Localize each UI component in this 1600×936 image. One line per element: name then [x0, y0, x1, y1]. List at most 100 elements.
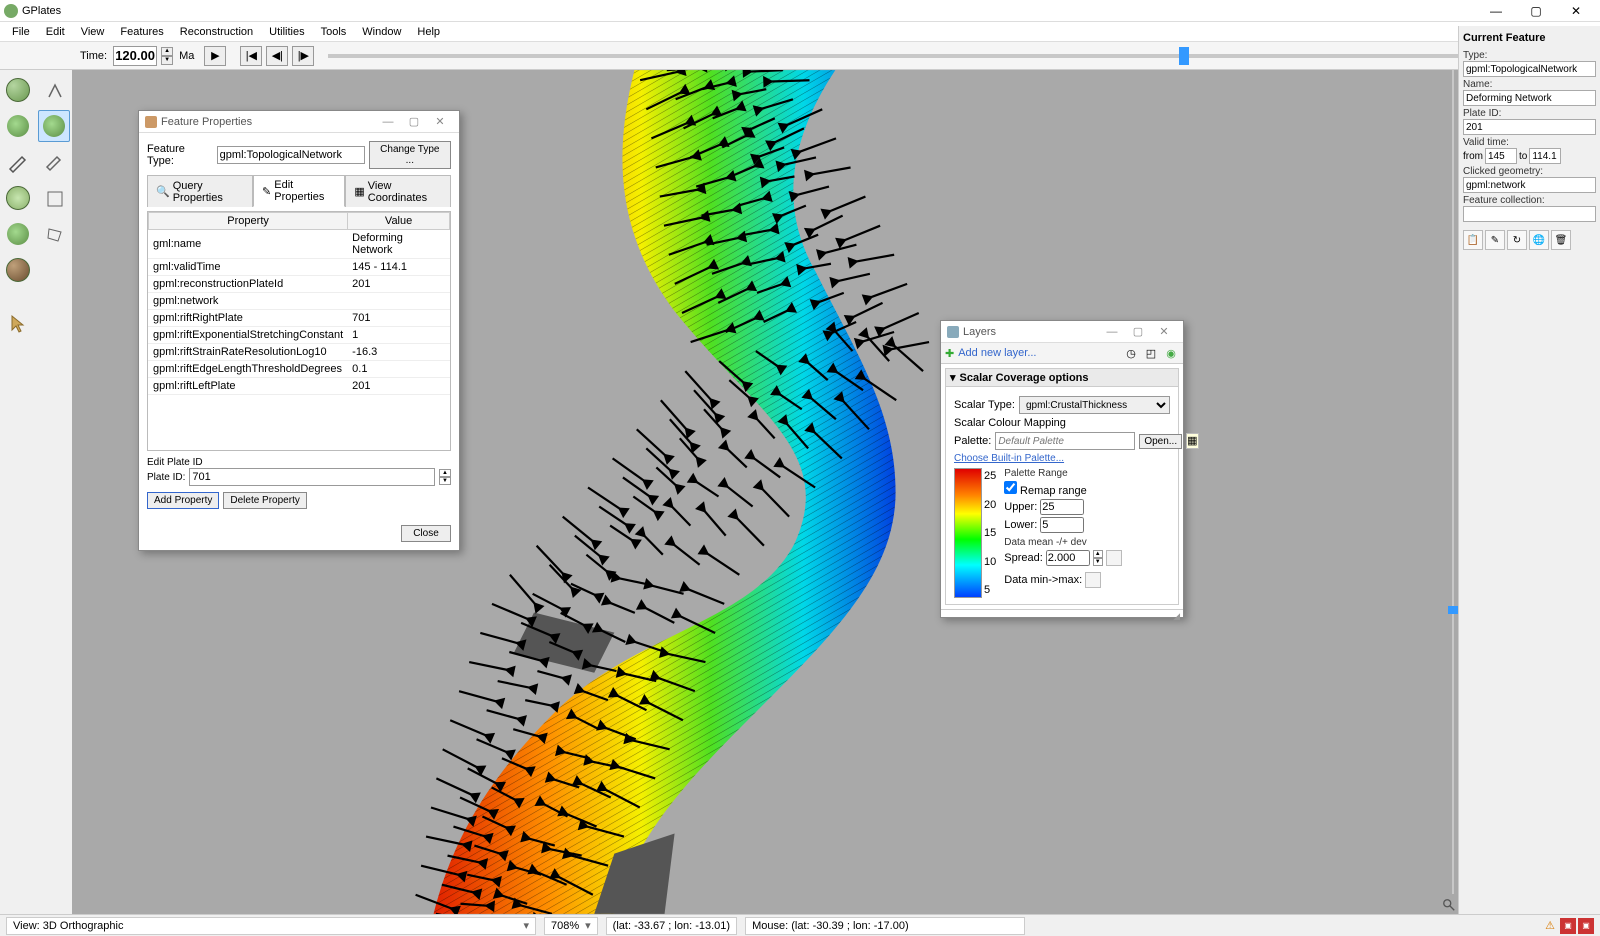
- sb-warning-icon[interactable]: ⚠: [1542, 918, 1558, 934]
- layers-remap-checkbox[interactable]: [1004, 481, 1017, 494]
- minimize-button[interactable]: —: [1476, 1, 1516, 21]
- cf-plateid-value[interactable]: [1463, 119, 1596, 135]
- menu-reconstruction[interactable]: Reconstruction: [172, 24, 261, 40]
- table-row[interactable]: gml:validTime145 - 114.1: [149, 259, 450, 276]
- fp-tab-view[interactable]: ▦View Coordinates: [345, 175, 451, 207]
- cf-action-5[interactable]: 🗑: [1551, 230, 1571, 250]
- tool-poly[interactable]: [38, 218, 70, 250]
- fp-maximize-button[interactable]: ▢: [401, 115, 427, 128]
- layers-open-button[interactable]: Open...: [1139, 434, 1182, 449]
- fp-plateid-up-icon[interactable]: ▲: [439, 469, 451, 477]
- fp-tab-query[interactable]: 🔍Query Properties: [147, 175, 253, 207]
- table-row[interactable]: gpml:network: [149, 293, 450, 310]
- table-row[interactable]: gml:nameDeforming Network: [149, 230, 450, 259]
- time-spin-down-icon[interactable]: ▼: [161, 56, 173, 65]
- layers-resize-grip-icon[interactable]: ◢: [1173, 611, 1180, 616]
- layers-tool-1[interactable]: ◷: [1123, 345, 1139, 361]
- cf-to-value[interactable]: [1529, 148, 1561, 164]
- layers-palette-extra-icon[interactable]: ▦: [1186, 433, 1198, 449]
- table-row[interactable]: gpml:reconstructionPlateId201: [149, 276, 450, 293]
- tool-globe-wire[interactable]: [2, 182, 34, 214]
- zoom-slider-thumb[interactable]: [1448, 606, 1458, 614]
- layers-upper-input[interactable]: [1040, 499, 1084, 515]
- fp-add-property-button[interactable]: Add Property: [147, 492, 219, 509]
- tool-compass[interactable]: [38, 74, 70, 106]
- fp-minimize-button[interactable]: —: [375, 116, 401, 128]
- tool-globe3d[interactable]: [2, 74, 34, 106]
- tool-africa2[interactable]: [2, 218, 34, 250]
- close-button[interactable]: ✕: [1556, 1, 1596, 21]
- fp-plateid-down-icon[interactable]: ▼: [439, 477, 451, 485]
- tool-pen[interactable]: [2, 146, 34, 178]
- skip-start-button[interactable]: |◀: [240, 46, 262, 66]
- cf-featurecoll-value[interactable]: [1463, 206, 1596, 222]
- tool-pen2[interactable]: [38, 146, 70, 178]
- fp-delete-property-button[interactable]: Delete Property: [223, 492, 306, 509]
- fp-close-button[interactable]: ✕: [427, 115, 453, 128]
- table-row[interactable]: gpml:riftStrainRateResolutionLog10-16.3: [149, 344, 450, 361]
- step-forward-button[interactable]: |▶: [292, 46, 314, 66]
- tool-africa-select[interactable]: [38, 110, 70, 142]
- layers-tool-3[interactable]: ◉: [1163, 345, 1179, 361]
- layers-panel-header[interactable]: ▾ Scalar Coverage options: [946, 369, 1178, 387]
- menu-help[interactable]: Help: [409, 24, 448, 40]
- menu-file[interactable]: File: [4, 24, 38, 40]
- time-input[interactable]: [113, 46, 157, 66]
- table-row[interactable]: gpml:riftLeftPlate201: [149, 378, 450, 395]
- fp-plateid-input[interactable]: [189, 468, 435, 486]
- tool-pointer[interactable]: [2, 308, 34, 340]
- table-row[interactable]: gpml:riftRightPlate701: [149, 310, 450, 327]
- table-row[interactable]: gpml:riftExponentialStretchingConstant1: [149, 327, 450, 344]
- layers-lower-input[interactable]: [1040, 517, 1084, 533]
- sb-view-dropdown-icon[interactable]: ▾: [523, 919, 529, 932]
- sb-error2-icon[interactable]: ▣: [1578, 918, 1594, 934]
- feature-properties-titlebar[interactable]: Feature Properties — ▢ ✕: [139, 111, 459, 133]
- time-slider[interactable]: [328, 47, 1510, 65]
- fp-change-type-button[interactable]: Change Type ...: [369, 141, 451, 169]
- menu-tools[interactable]: Tools: [313, 24, 355, 40]
- layers-minimize-button[interactable]: —: [1099, 326, 1125, 338]
- zoom-slider[interactable]: [1448, 70, 1458, 894]
- tool-sphere[interactable]: [2, 254, 34, 286]
- fp-featuretype-value[interactable]: [217, 146, 365, 164]
- maximize-button[interactable]: ▢: [1516, 1, 1556, 21]
- fp-close-dialog-button[interactable]: Close: [401, 525, 451, 542]
- cf-action-2[interactable]: ✎: [1485, 230, 1505, 250]
- layers-scalar-type-select[interactable]: gpml:CrustalThickness: [1019, 396, 1170, 414]
- cf-clickedgeom-value[interactable]: [1463, 177, 1596, 193]
- layers-palette-input[interactable]: [995, 432, 1135, 450]
- table-row[interactable]: gpml:riftEdgeLengthThresholdDegrees0.1: [149, 361, 450, 378]
- spread-up-icon[interactable]: ▲: [1093, 550, 1103, 558]
- sb-error-icon[interactable]: ▣: [1560, 918, 1576, 934]
- menu-view[interactable]: View: [73, 24, 113, 40]
- layers-add-new[interactable]: Add new layer...: [958, 347, 1119, 359]
- sb-zoom[interactable]: 708% ▾: [544, 917, 598, 935]
- layers-titlebar[interactable]: Layers — ▢ ✕: [941, 321, 1183, 343]
- fp-tab-edit[interactable]: ✎Edit Properties: [253, 175, 345, 207]
- spread-down-icon[interactable]: ▼: [1093, 558, 1103, 566]
- layers-maximize-button[interactable]: ▢: [1125, 325, 1151, 338]
- layers-minmax-apply-icon[interactable]: [1085, 572, 1101, 588]
- play-button[interactable]: ▶: [204, 46, 226, 66]
- menu-features[interactable]: Features: [112, 24, 171, 40]
- menu-utilities[interactable]: Utilities: [261, 24, 312, 40]
- time-slider-thumb[interactable]: [1179, 47, 1189, 65]
- time-spinner[interactable]: ▲ ▼: [161, 47, 173, 65]
- cf-from-value[interactable]: [1485, 148, 1517, 164]
- tool-africa1[interactable]: [2, 110, 34, 142]
- menu-window[interactable]: Window: [354, 24, 409, 40]
- layers-spread-input[interactable]: [1046, 550, 1090, 566]
- layers-close-button[interactable]: ✕: [1151, 325, 1177, 338]
- cf-name-value[interactable]: [1463, 90, 1596, 106]
- step-back-button[interactable]: ◀|: [266, 46, 288, 66]
- fp-properties-table[interactable]: Property Value gml:nameDeforming Network…: [148, 212, 450, 395]
- cf-action-4[interactable]: 🌐: [1529, 230, 1549, 250]
- cf-type-value[interactable]: [1463, 61, 1596, 77]
- cf-action-1[interactable]: 📋: [1463, 230, 1483, 250]
- layers-tool-2[interactable]: ◰: [1143, 345, 1159, 361]
- layers-spread-apply-icon[interactable]: [1106, 550, 1122, 566]
- time-spin-up-icon[interactable]: ▲: [161, 47, 173, 56]
- cf-action-3[interactable]: ↻: [1507, 230, 1527, 250]
- sb-zoom-dropdown-icon[interactable]: ▾: [585, 919, 591, 932]
- magnifier-icon[interactable]: [1442, 898, 1456, 912]
